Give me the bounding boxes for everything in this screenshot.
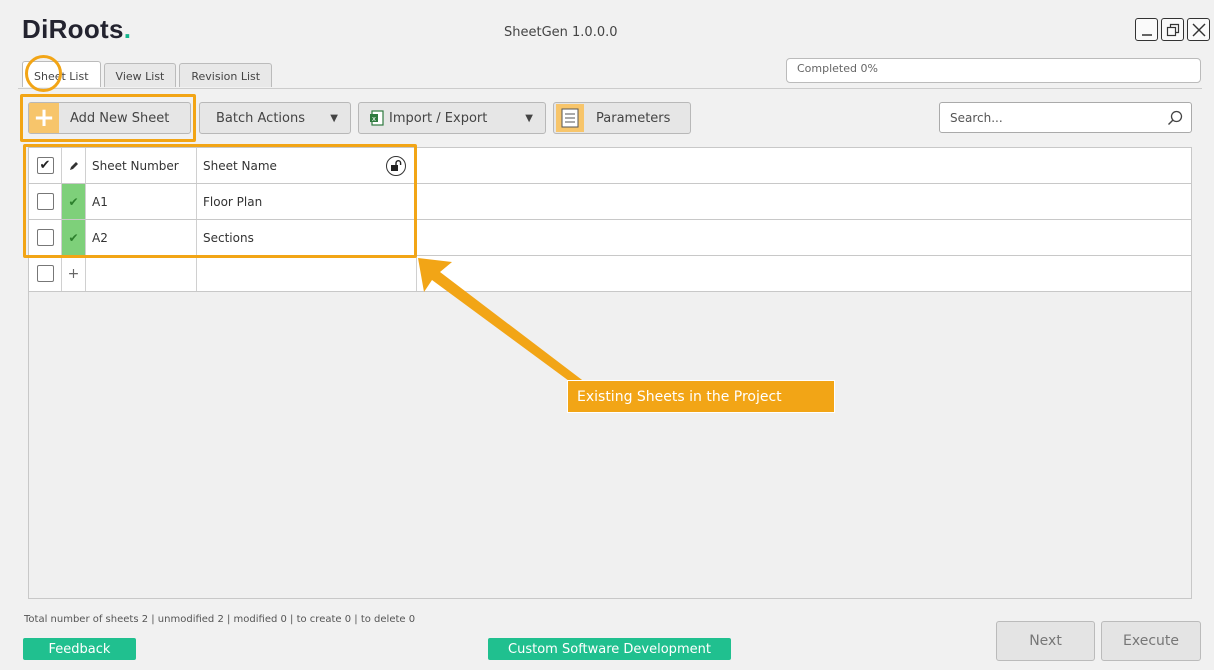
- diroots-logo: DiRoots.: [22, 14, 132, 44]
- excel-icon: x: [370, 110, 384, 126]
- sheet-number-cell[interactable]: A2: [86, 220, 197, 255]
- new-row[interactable]: +: [29, 256, 1191, 292]
- minimize-icon[interactable]: [1135, 18, 1158, 41]
- feedback-button[interactable]: Feedback: [23, 638, 136, 660]
- add-new-sheet-button[interactable]: + Add New Sheet: [28, 102, 191, 134]
- progress-status: Completed 0%: [786, 58, 1201, 83]
- column-header-sheet-name-label: Sheet Name: [203, 158, 277, 173]
- parameters-button[interactable]: Parameters: [553, 102, 691, 134]
- select-all-checkbox[interactable]: ✔: [36, 157, 54, 174]
- parameters-label: Parameters: [596, 110, 671, 126]
- unmodified-check-icon: ✔: [62, 184, 86, 219]
- sheet-name-cell[interactable]: Floor Plan: [197, 184, 417, 219]
- custom-software-development-button[interactable]: Custom Software Development: [488, 638, 731, 660]
- import-export-label: Import / Export: [389, 110, 488, 126]
- add-new-sheet-label: Add New Sheet: [70, 110, 170, 126]
- add-row-icon[interactable]: +: [62, 256, 86, 291]
- table-row[interactable]: ✔ A1 Floor Plan: [29, 184, 1191, 220]
- sheet-grid: ✔ Sheet Number Sheet Name ✔ A1 Floor Pla…: [28, 147, 1192, 599]
- column-header-sheet-name[interactable]: Sheet Name: [197, 148, 417, 183]
- close-icon[interactable]: [1187, 18, 1210, 41]
- new-sheet-number-cell[interactable]: [86, 256, 197, 291]
- column-header-sheet-number[interactable]: Sheet Number: [86, 148, 197, 183]
- svg-text:x: x: [372, 115, 376, 123]
- search-icon[interactable]: [1167, 110, 1183, 126]
- grid-header-row: ✔ Sheet Number Sheet Name: [29, 148, 1191, 184]
- window-controls: [1135, 18, 1210, 41]
- execute-button[interactable]: Execute: [1101, 621, 1201, 661]
- row-checkbox[interactable]: [36, 265, 54, 282]
- pencil-icon: [69, 161, 78, 170]
- restore-icon[interactable]: [1161, 18, 1184, 41]
- next-button[interactable]: Next: [996, 621, 1095, 661]
- row-checkbox[interactable]: [36, 193, 54, 210]
- callout-label: Existing Sheets in the Project: [567, 380, 835, 413]
- plus-icon: +: [29, 103, 59, 133]
- row-checkbox[interactable]: [36, 229, 54, 246]
- search-input[interactable]: Search...: [939, 102, 1192, 133]
- window-title: SheetGen 1.0.0.0: [504, 25, 618, 40]
- chevron-down-icon: ▼: [525, 112, 533, 124]
- sheet-number-cell[interactable]: A1: [86, 184, 197, 219]
- unlock-icon[interactable]: [386, 156, 406, 176]
- tab-highlight-circle: [25, 55, 62, 92]
- new-sheet-name-cell[interactable]: [197, 256, 417, 291]
- chevron-down-icon: ▼: [330, 112, 338, 124]
- search-placeholder: Search...: [950, 110, 1003, 125]
- table-row[interactable]: ✔ A2 Sections: [29, 220, 1191, 256]
- batch-actions-label: Batch Actions: [216, 110, 305, 126]
- batch-actions-button[interactable]: Batch Actions ▼: [199, 102, 351, 134]
- tab-view-list[interactable]: View List: [103, 63, 177, 87]
- sheet-name-cell[interactable]: Sections: [197, 220, 417, 255]
- sheet-summary-text: Total number of sheets 2 | unmodified 2 …: [24, 614, 416, 625]
- import-export-button[interactable]: x Import / Export ▼: [358, 102, 546, 134]
- tab-revision-list[interactable]: Revision List: [179, 63, 273, 87]
- parameters-icon: [556, 104, 584, 132]
- unmodified-check-icon: ✔: [62, 220, 86, 255]
